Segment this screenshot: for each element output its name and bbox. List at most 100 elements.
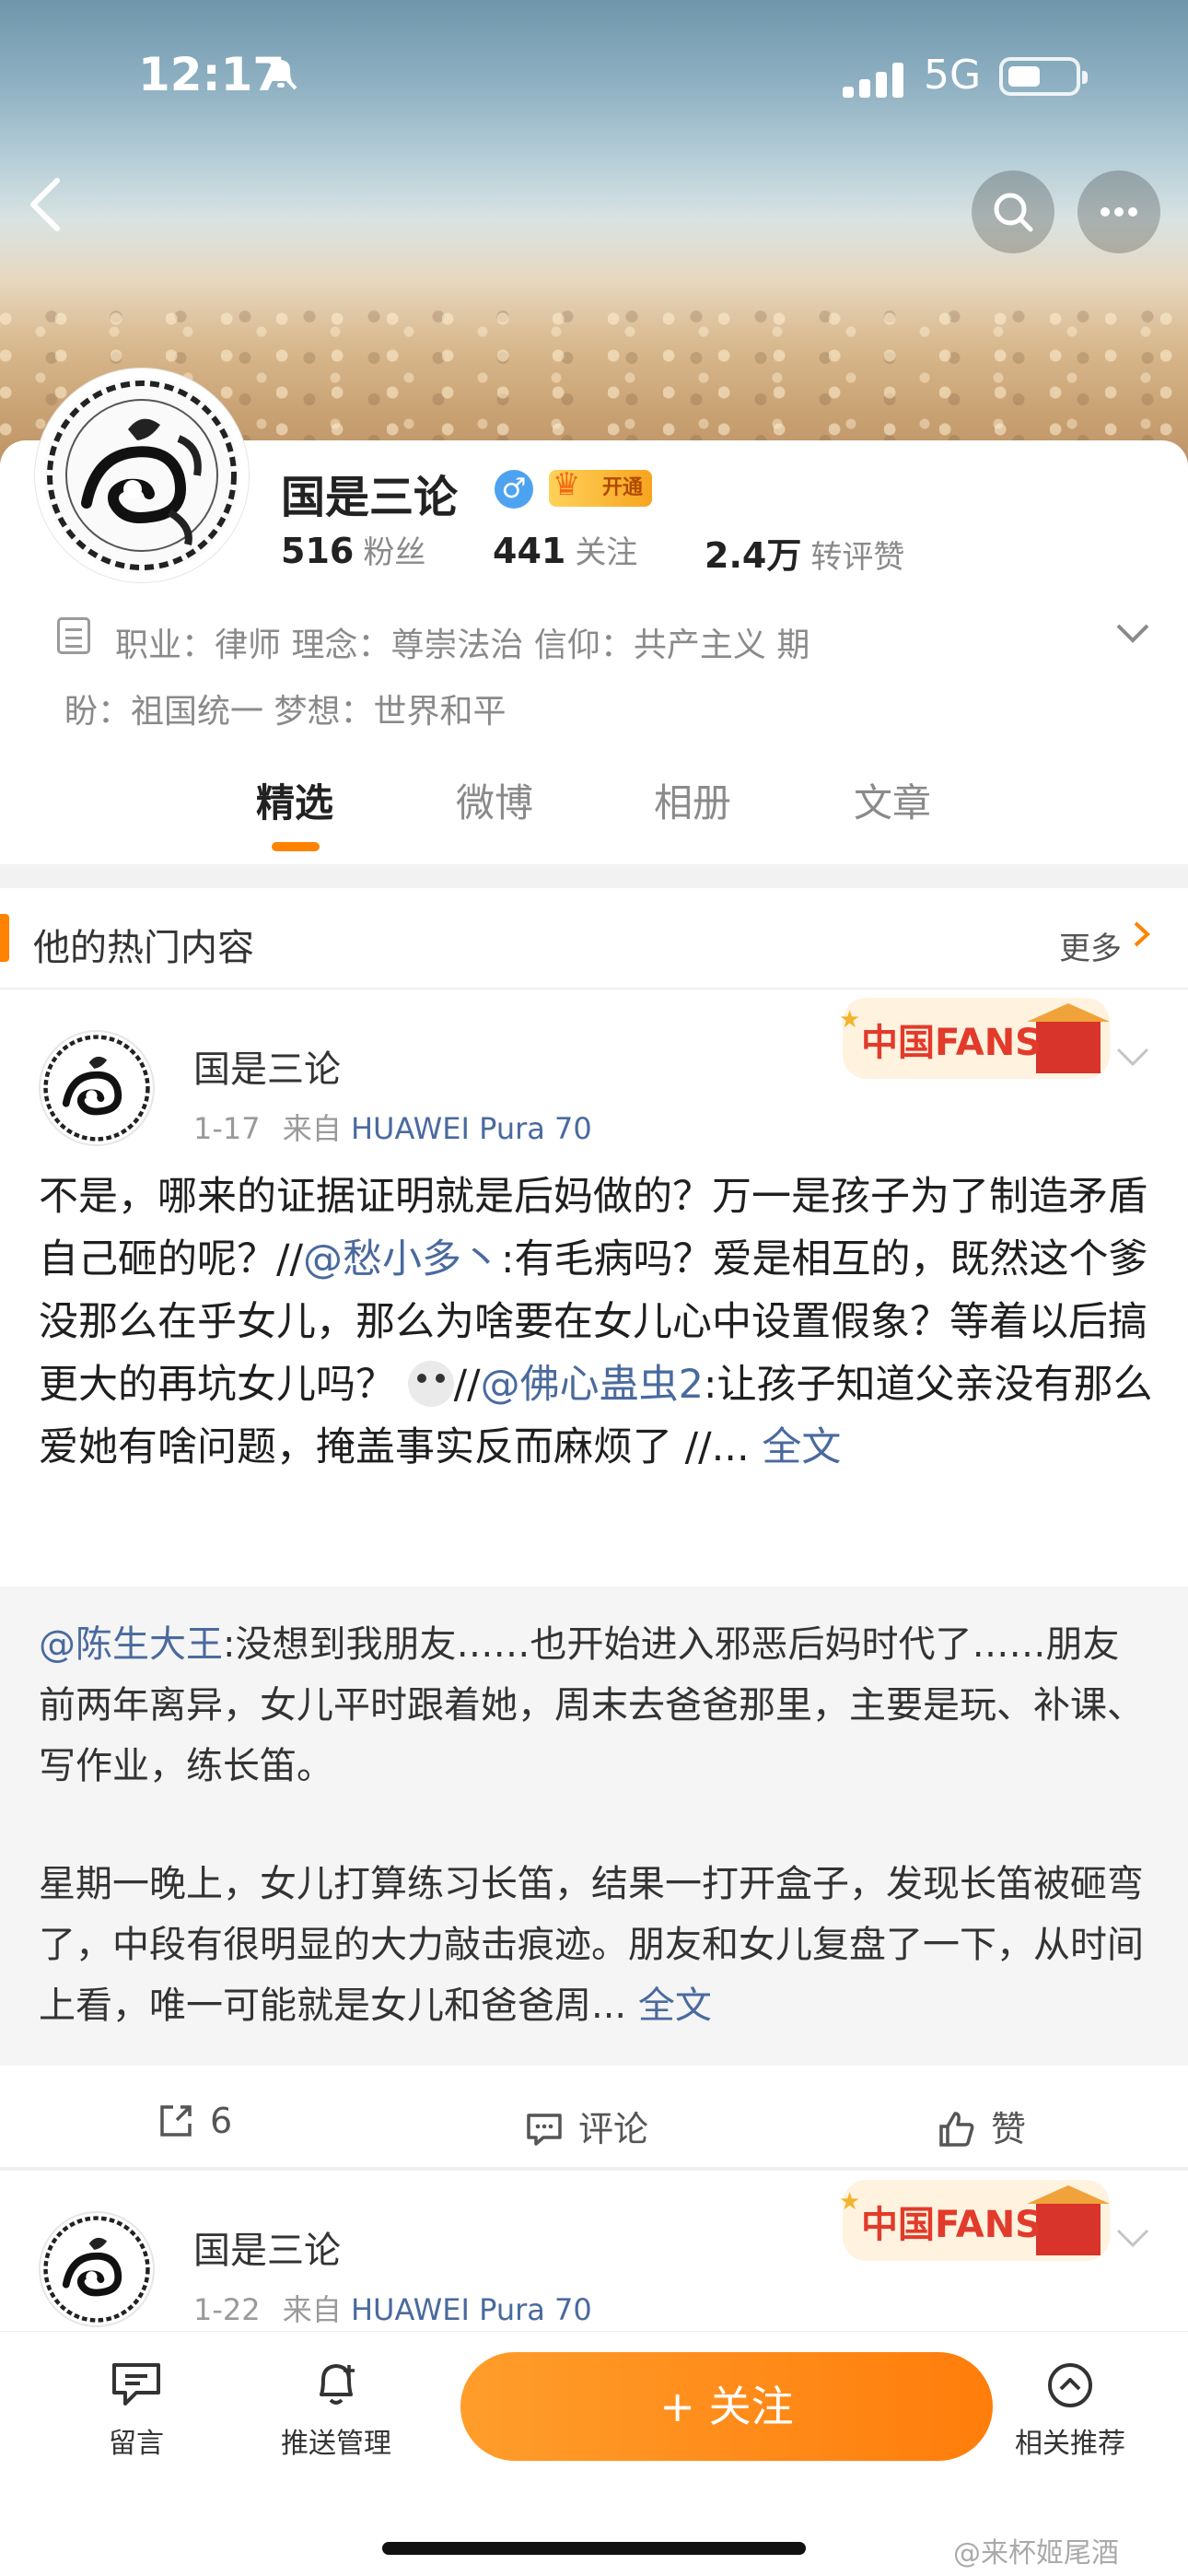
mute-bell-icon bbox=[262, 53, 299, 101]
full-text-link[interactable]: 全文 bbox=[762, 1424, 841, 1470]
post-source-prefix: 来自 bbox=[282, 2292, 342, 2327]
post-date: 1-17 bbox=[193, 1111, 261, 1146]
post-menu-chevron-down-icon[interactable] bbox=[1114, 2222, 1151, 2259]
search-button[interactable] bbox=[972, 170, 1054, 253]
stat-label: 转评赞 bbox=[810, 539, 905, 576]
network-type: 5G bbox=[924, 52, 982, 99]
thumbs-up-icon bbox=[939, 2112, 974, 2147]
bio-line: 盼：祖国统一 梦想：世界和平 bbox=[64, 693, 507, 731]
post-text: 不是，哪来的证据证明就是后妈做的？万一是孩子为了制造矛盾自己砸的呢？//@愁小多… bbox=[39, 1165, 1153, 1479]
back-arrow-icon bbox=[30, 178, 60, 231]
push-settings-button[interactable]: 推送管理 bbox=[262, 2359, 410, 2461]
more-link[interactable]: 更多 bbox=[1059, 923, 1122, 968]
repost-mention-link[interactable]: @陈生大王 bbox=[39, 1623, 223, 1666]
tab-featured[interactable]: 精选 bbox=[203, 772, 387, 828]
svg-text:★: ★ bbox=[839, 2188, 860, 2216]
bio-document-icon bbox=[57, 617, 90, 654]
tab-album[interactable]: 相册 bbox=[600, 772, 785, 828]
watermark-text: @来杯姬尾酒 bbox=[953, 2537, 1119, 2570]
tab-weibo[interactable]: 微博 bbox=[402, 772, 587, 828]
vip-open-badge[interactable]: ♛ 开通 bbox=[549, 466, 652, 507]
male-gender-icon: ♂ bbox=[495, 470, 533, 509]
active-tab-indicator bbox=[272, 842, 320, 851]
comment-button[interactable]: 评论 bbox=[525, 2101, 648, 2151]
expand-bio-chevron-down-icon[interactable] bbox=[1114, 617, 1151, 654]
stat-following[interactable]: 441 关注 bbox=[493, 527, 637, 572]
bio-line: 职业：律师 理念：尊崇法治 信仰：共产主义 期 bbox=[115, 626, 810, 664]
stat-value: 441 bbox=[493, 531, 566, 571]
status-bar: 12:17 5G bbox=[0, 48, 1188, 112]
vip-label: 开通 bbox=[601, 476, 643, 499]
dragon-emblem-icon bbox=[43, 2216, 150, 2323]
battery-icon bbox=[999, 57, 1088, 96]
section-divider bbox=[0, 864, 1188, 888]
crown-icon: ♛ bbox=[553, 466, 581, 503]
stat-value: 516 bbox=[281, 531, 355, 571]
comment-icon bbox=[527, 2113, 562, 2146]
chevron-right-icon[interactable] bbox=[1131, 916, 1153, 962]
message-label: 留言 bbox=[109, 2428, 164, 2460]
stat-label: 关注 bbox=[575, 534, 638, 571]
post-menu-chevron-down-icon[interactable] bbox=[1114, 1041, 1151, 1078]
post-author-avatar[interactable] bbox=[39, 2211, 155, 2327]
post-meta: 1-17 来自 HUAWEI Pura 70 bbox=[193, 1106, 592, 1148]
profile-name: 国是三论 bbox=[281, 472, 459, 523]
stat-followers[interactable]: 516 粉丝 bbox=[281, 527, 425, 572]
like-button[interactable]: 赞 bbox=[938, 2101, 1026, 2151]
repost-paragraph: @陈生大王:没想到我朋友……也开始进入邪恶后妈时代了……朋友前两年离异，女儿平时… bbox=[39, 1614, 1153, 1797]
dragon-emblem-icon bbox=[44, 378, 239, 573]
profile-tabs: 精选 微博 相册 文章 bbox=[0, 772, 1188, 864]
like-label: 赞 bbox=[991, 2109, 1027, 2149]
accent-bar bbox=[0, 914, 9, 962]
bell-plus-icon bbox=[320, 2364, 355, 2405]
mention-link[interactable]: @愁小多丶 bbox=[303, 1236, 501, 1282]
stat-label: 粉丝 bbox=[363, 534, 426, 571]
search-icon bbox=[994, 193, 1033, 232]
profile-bio: 职业：律师 理念：尊崇法治 信仰：共产主义 期 盼：祖国统一 梦想：世界和平 bbox=[64, 613, 1073, 745]
hot-content-header: 他的热门内容 更多 bbox=[0, 888, 1188, 989]
message-button[interactable]: 留言 bbox=[63, 2359, 210, 2461]
repost-full-text-link[interactable]: 全文 bbox=[638, 1985, 712, 2027]
dragon-emblem-icon bbox=[43, 1035, 150, 1142]
reposted-content[interactable]: @陈生大王:没想到我朋友……也开始进入邪恶后妈时代了……朋友前两年离异，女儿平时… bbox=[0, 1587, 1188, 2066]
china-fans-badge[interactable]: 中国FANS ★ bbox=[833, 990, 1119, 1086]
mention-link[interactable]: @佛心蛊虫2 bbox=[481, 1362, 704, 1408]
chevron-up-circle-icon bbox=[1048, 2363, 1092, 2407]
repost-share-icon bbox=[160, 2105, 192, 2137]
stat-value: 2.4万 bbox=[705, 535, 802, 576]
post-author-name[interactable]: 国是三论 bbox=[193, 1039, 341, 1093]
repost-paragraph: 星期一晚上，女儿打算练习长笛，结果一打开盒子，发现长笛被砸弯了，中段有很明显的大… bbox=[39, 1854, 1153, 2036]
profile-avatar[interactable] bbox=[35, 369, 249, 582]
ellipsis-icon bbox=[1101, 207, 1137, 217]
post-device[interactable]: HUAWEI Pura 70 bbox=[351, 2292, 592, 2327]
signal-strength-icon bbox=[843, 61, 907, 98]
comment-label: 评论 bbox=[578, 2109, 649, 2149]
repost-text: 星期一晚上，女儿打算练习长笛，结果一打开盒子，发现长笛被砸弯了，中段有很明显的大… bbox=[39, 1863, 1144, 2027]
post-author-name[interactable]: 国是三论 bbox=[193, 2220, 341, 2274]
hot-content-title: 他的热门内容 bbox=[33, 927, 254, 969]
post-actions: 6 评论 赞 bbox=[0, 2067, 1188, 2169]
related-label: 相关推荐 bbox=[1015, 2428, 1125, 2460]
follow-button[interactable]: + 关注 bbox=[460, 2352, 993, 2461]
panda-emoji-icon bbox=[407, 1361, 454, 1407]
post-divider bbox=[0, 2169, 1188, 2171]
china-fans-badge[interactable]: 中国FANS ★ bbox=[833, 2172, 1119, 2268]
post-author-avatar[interactable] bbox=[39, 1030, 155, 1146]
tab-articles[interactable]: 文章 bbox=[800, 772, 984, 828]
more-options-button[interactable] bbox=[1077, 170, 1160, 253]
home-indicator[interactable] bbox=[382, 2542, 806, 2555]
repost-button[interactable]: 6 bbox=[157, 2101, 232, 2141]
back-button[interactable] bbox=[26, 175, 81, 240]
repost-count: 6 bbox=[210, 2101, 233, 2141]
post-source-prefix: 来自 bbox=[282, 1111, 342, 1146]
post-date: 1-22 bbox=[193, 2292, 261, 2327]
related-recommendations-button[interactable]: 相关推荐 bbox=[996, 2359, 1144, 2461]
message-bubble-icon bbox=[112, 2363, 160, 2406]
post-device[interactable]: HUAWEI Pura 70 bbox=[351, 1111, 592, 1146]
badge-text: 中国FANS bbox=[861, 1022, 1042, 1064]
badge-text: 中国FANS bbox=[861, 2204, 1042, 2246]
stat-reposts-comments-likes[interactable]: 2.4万 转评赞 bbox=[705, 527, 904, 578]
post-text-part: // bbox=[453, 1362, 481, 1408]
post-meta: 1-22 来自 HUAWEI Pura 70 bbox=[193, 2287, 592, 2329]
push-label: 推送管理 bbox=[281, 2428, 391, 2460]
